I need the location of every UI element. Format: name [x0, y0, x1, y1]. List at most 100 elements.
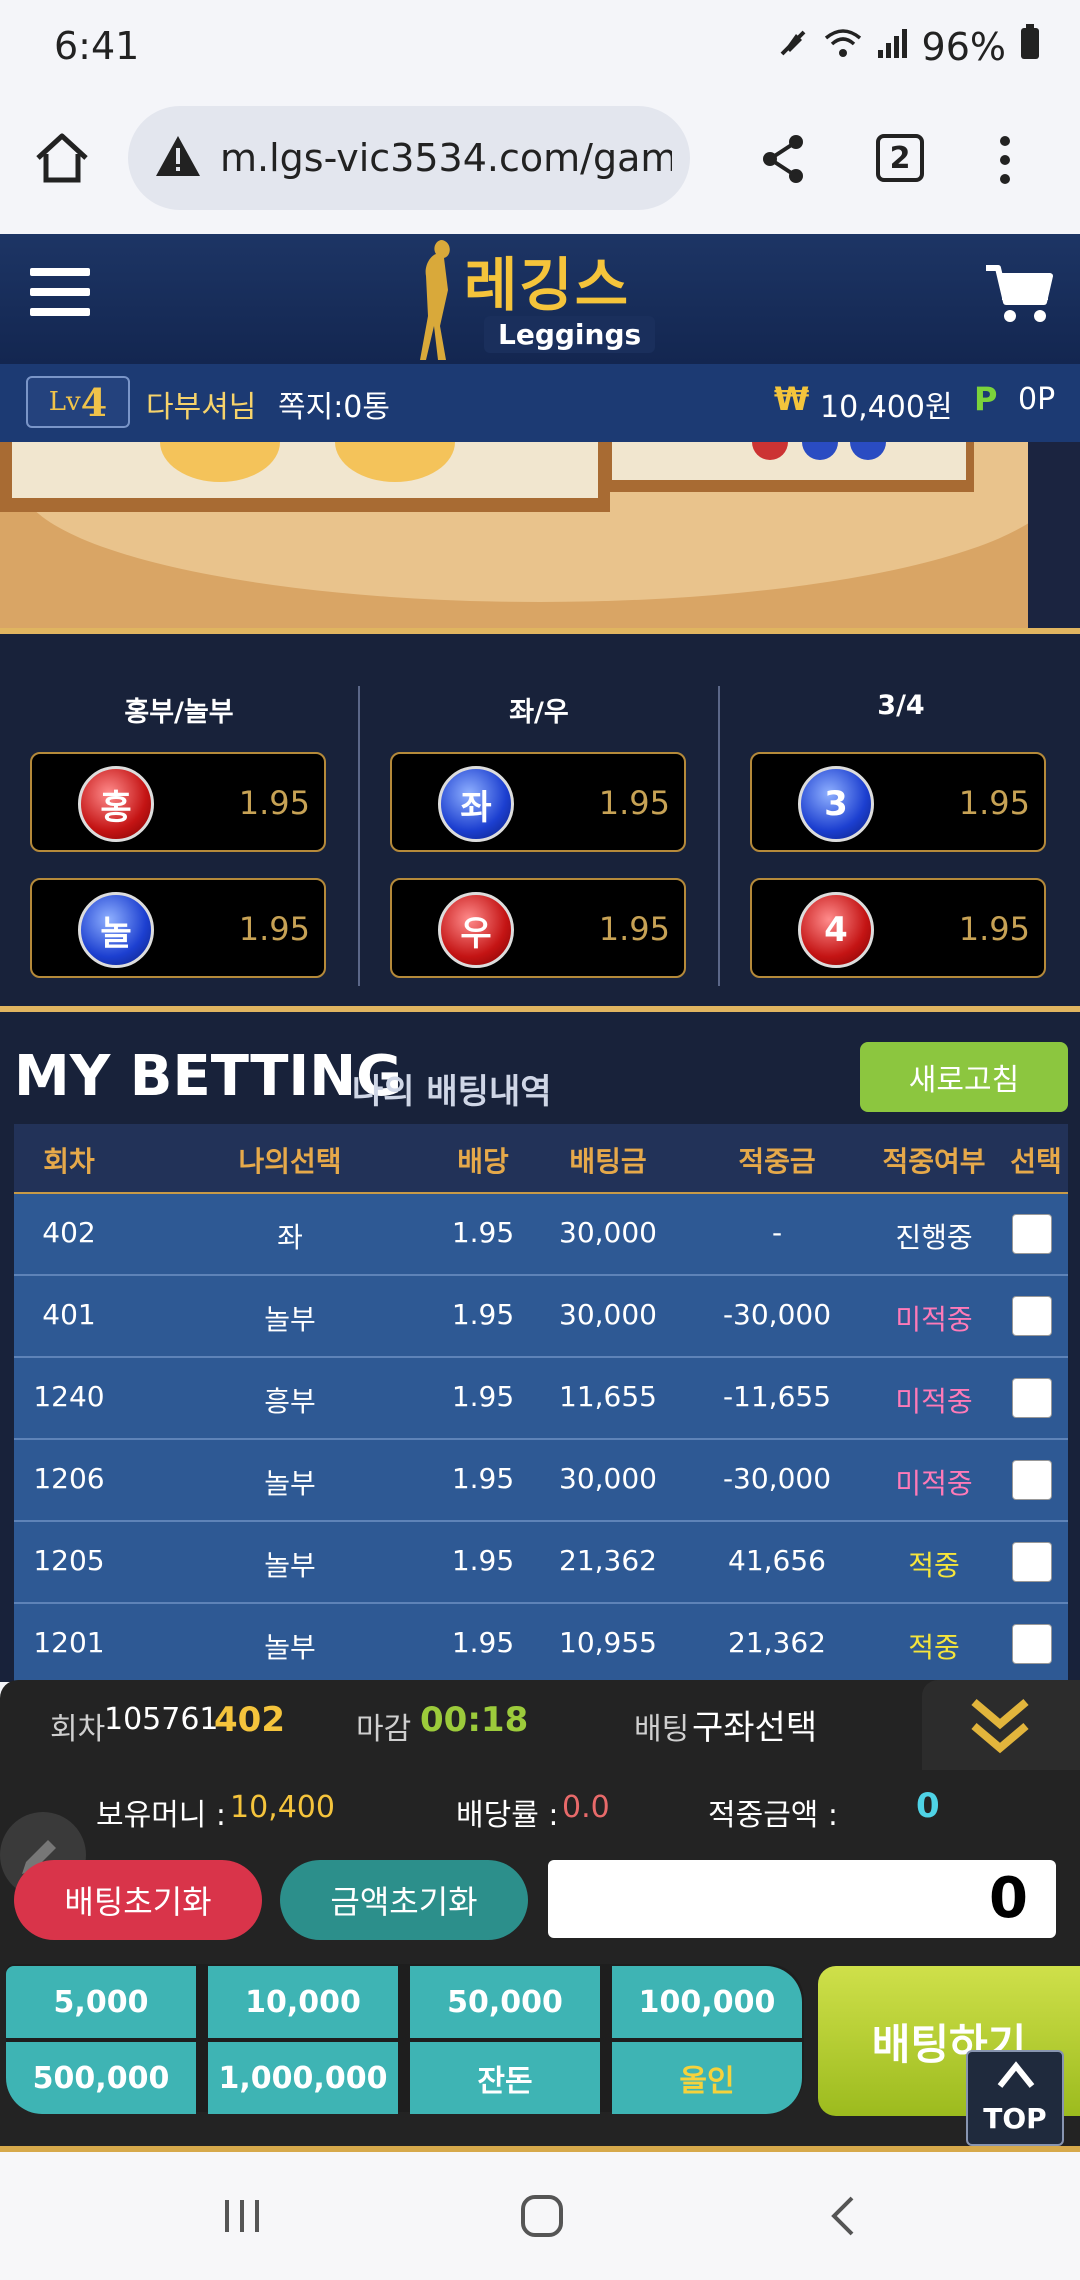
amount-button[interactable]: 100,000	[612, 1966, 802, 2038]
scroll-top-button[interactable]: TOP	[966, 2050, 1064, 2146]
odds-button-nol[interactable]: 놀 1.95	[30, 878, 326, 978]
ball-icon: 3	[798, 766, 874, 842]
bet-amount-input[interactable]: 0	[548, 1860, 1056, 1938]
odds-value: 1.95	[598, 910, 670, 948]
odds-column-title: 홍부/놀부	[124, 697, 234, 728]
table-cell-odds: 1.95	[451, 1626, 515, 1659]
change-button[interactable]: 잔돈	[410, 2042, 600, 2114]
column-header: 나의선택	[238, 1145, 342, 1178]
column-header: 적중여부	[882, 1145, 986, 1178]
balance-label: 보유머니 :	[96, 1798, 227, 1833]
odds-value: 1.95	[958, 784, 1030, 822]
bet-choice: 구좌선택	[692, 1708, 818, 1748]
more-options-icon[interactable]	[996, 134, 1014, 190]
table-row: 1205 놀부 1.95 21,362 41,656 적중	[14, 1522, 1068, 1604]
ball-icon: 홍	[78, 766, 154, 842]
row-checkbox[interactable]	[1012, 1624, 1052, 1664]
table-cell-win: 21,362	[728, 1626, 826, 1659]
amount-button[interactable]: 50,000	[410, 1966, 600, 2038]
mute-icon	[776, 25, 810, 69]
table-cell-result: 미적중	[895, 1385, 973, 1418]
row-checkbox[interactable]	[1012, 1214, 1052, 1254]
column-header: 회차	[43, 1145, 95, 1178]
row-checkbox[interactable]	[1012, 1296, 1052, 1336]
collapse-toggle[interactable]	[922, 1680, 1080, 1770]
all-in-button[interactable]: 올인	[612, 2042, 802, 2114]
row-checkbox[interactable]	[1012, 1542, 1052, 1582]
table-cell-odds: 1.95	[451, 1462, 515, 1495]
column-divider	[718, 686, 720, 986]
odds-value: 1.95	[598, 784, 670, 822]
table-cell-round: 401	[42, 1298, 96, 1331]
table-cell-round: 402	[42, 1216, 96, 1249]
column-header: 배팅금	[569, 1145, 647, 1178]
reset-amount-button[interactable]: 금액초기화	[280, 1860, 528, 1940]
menu-icon[interactable]	[30, 266, 90, 322]
table-row: 1240 흥부 1.95 11,655 -11,655 미적중	[14, 1358, 1068, 1440]
table-cell-win: -	[771, 1216, 783, 1249]
row-checkbox[interactable]	[1012, 1460, 1052, 1500]
odds-column-title: 좌/우	[509, 697, 569, 728]
level-badge: Lv 4	[26, 376, 130, 428]
row-checkbox[interactable]	[1012, 1378, 1052, 1418]
amount-button[interactable]: 500,000	[6, 2042, 196, 2114]
table-cell-choice: 놀부	[264, 1631, 316, 1664]
table-cell-result: 미적중	[895, 1467, 973, 1500]
wifi-icon	[824, 25, 862, 69]
battery-percent: 96%	[921, 24, 1006, 69]
amount-button[interactable]: 1,000,000	[208, 2042, 398, 2114]
amount-button[interactable]: 10,000	[208, 1966, 398, 2038]
recent-apps-icon[interactable]	[222, 2196, 262, 2240]
odds-button-hong[interactable]: 홍 1.95	[30, 752, 326, 852]
win-amount-value: 0	[916, 1786, 940, 1826]
reset-bet-button[interactable]: 배팅초기화	[14, 1860, 262, 1940]
level-prefix: Lv	[48, 387, 81, 417]
odds-value: 1.95	[958, 910, 1030, 948]
odds-button-right[interactable]: 우 1.95	[390, 878, 686, 978]
table-cell-choice: 놀부	[264, 1467, 316, 1500]
table-row: 402 좌 1.95 30,000 - 진행중	[14, 1194, 1068, 1276]
table-cell-win: -30,000	[722, 1462, 832, 1495]
column-divider	[358, 686, 360, 986]
url-text[interactable]: m.lgs-vic3534.com/gam	[220, 136, 672, 180]
tab-count-button[interactable]: 2	[876, 134, 924, 182]
table-header: 회차 나의선택 배당 배팅금 적중금 적중여부 선택	[14, 1124, 1068, 1194]
game-banner	[0, 442, 1080, 632]
level-number: 4	[80, 379, 108, 425]
home-nav-icon[interactable]	[520, 2194, 564, 2242]
amount-button[interactable]: 5,000	[6, 1966, 196, 2038]
ball-icon: 우	[438, 892, 514, 968]
table-row: 1201 놀부 1.95 10,955 21,362 적중	[14, 1604, 1068, 1686]
warning-icon[interactable]	[154, 134, 202, 182]
round-label: 회차	[50, 1712, 106, 1747]
cart-icon[interactable]	[984, 262, 1054, 330]
odds-button-3[interactable]: 3 1.95	[750, 752, 1046, 852]
ball-icon: 4	[798, 892, 874, 968]
point-icon: P	[974, 380, 998, 418]
odds-button-4[interactable]: 4 1.95	[750, 878, 1046, 978]
table-cell-bet: 30,000	[559, 1298, 657, 1331]
share-icon[interactable]	[758, 132, 808, 190]
rate-label: 배당률 :	[456, 1798, 559, 1833]
deadline-timer: 00:18	[420, 1700, 529, 1740]
table-cell-choice: 놀부	[264, 1549, 316, 1582]
logo-figure-icon	[412, 236, 472, 366]
column-header: 선택	[1010, 1145, 1062, 1178]
odds-column-title: 3/4	[877, 690, 925, 721]
status-time: 6:41	[54, 24, 140, 68]
table-cell-win: 41,656	[728, 1544, 826, 1577]
table-cell-odds: 1.95	[451, 1544, 515, 1577]
refresh-button[interactable]: 새로고침	[860, 1042, 1068, 1112]
logo-english: Leggings	[484, 316, 656, 353]
column-header: 적중금	[738, 1145, 816, 1178]
table-cell-round: 1206	[33, 1462, 105, 1495]
table-cell-bet: 10,955	[559, 1626, 657, 1659]
home-icon[interactable]	[32, 130, 92, 190]
my-betting-subtitle: 나의 배팅내역	[352, 1072, 552, 1112]
back-icon[interactable]	[828, 2194, 858, 2242]
table-cell-result: 미적중	[895, 1303, 973, 1336]
messages-link[interactable]: 쪽지:0통	[278, 382, 390, 426]
odds-button-left[interactable]: 좌 1.95	[390, 752, 686, 852]
round-id: 105761	[104, 1702, 219, 1737]
rate-value: 0.0	[562, 1790, 610, 1825]
